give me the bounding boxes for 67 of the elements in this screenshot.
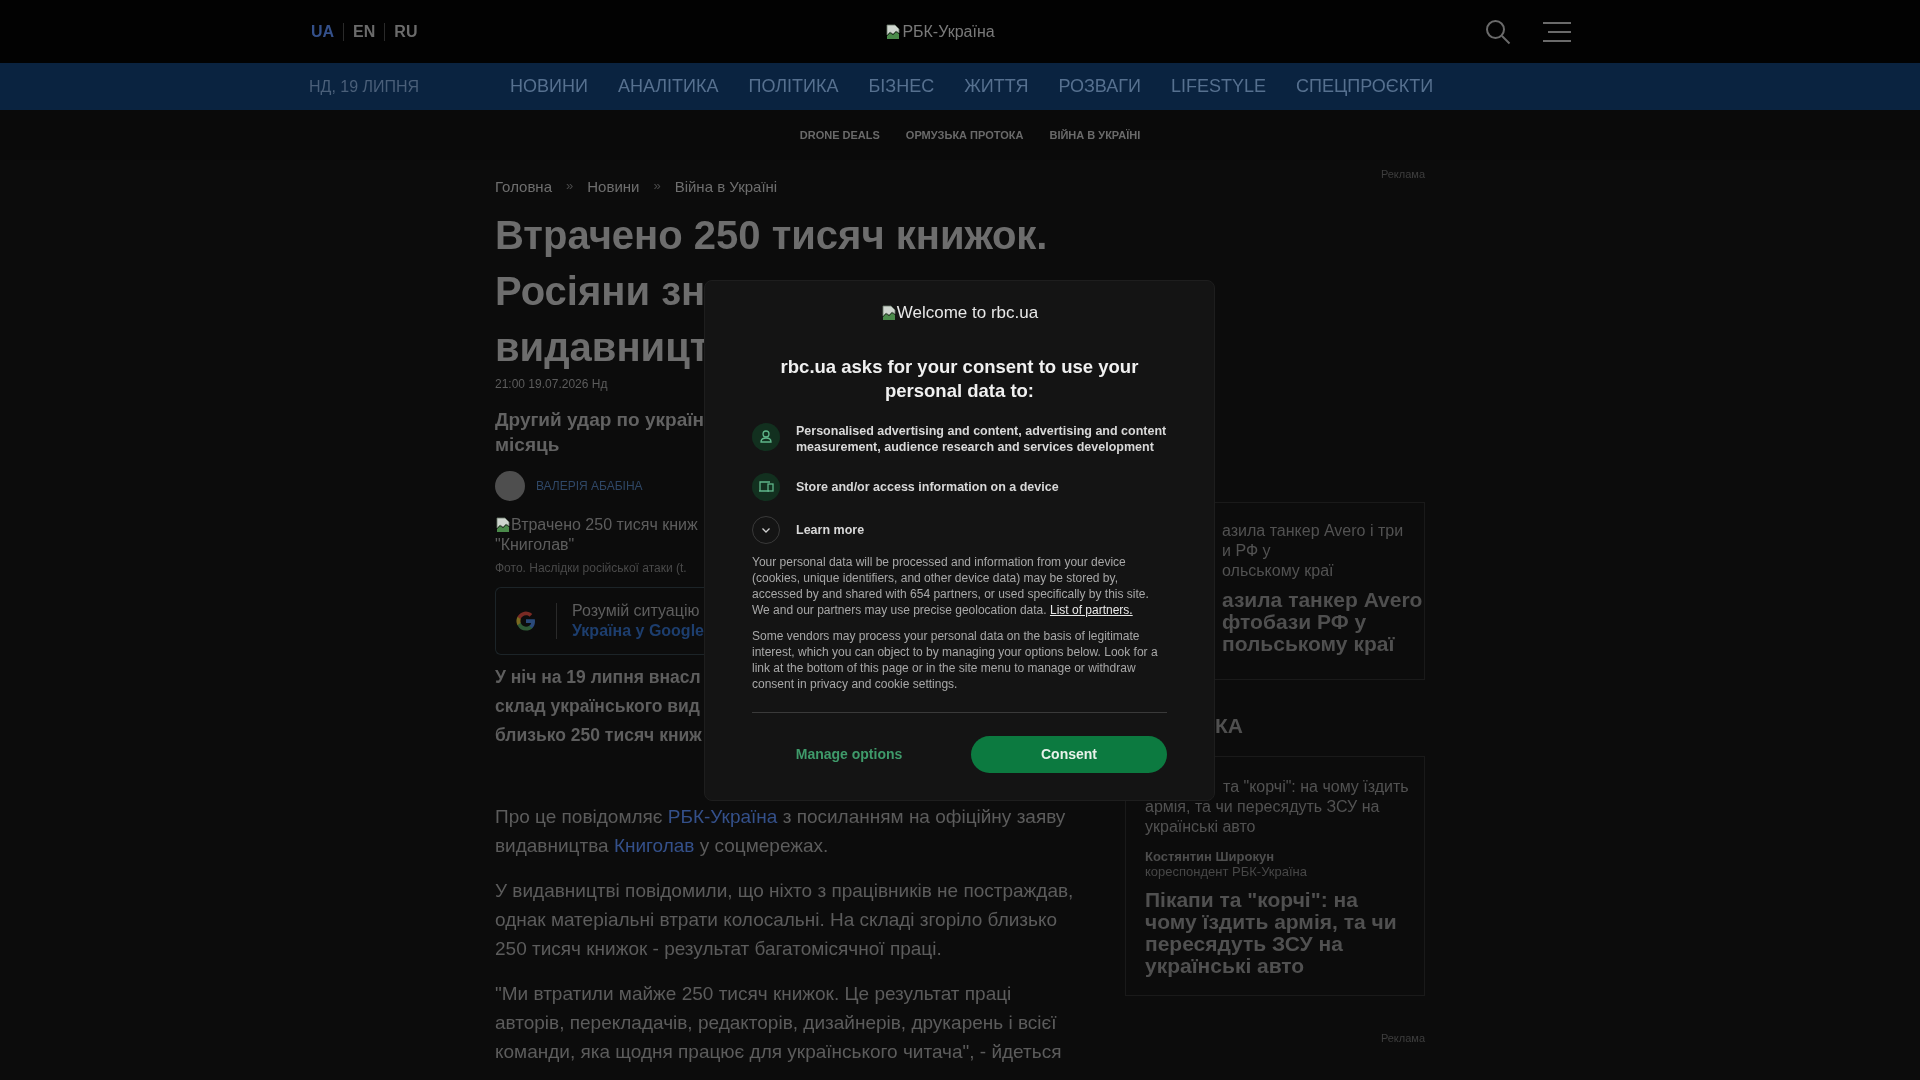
article-title-line: видавницт [495, 324, 710, 371]
article-teaser: армія, та чи пересядуть ЗСУ на [1145, 797, 1380, 817]
analytics-card[interactable]: та "корчі": на чому їздить армія, та чи пересядуть ЗСУ на українські авто Костянтин Широкун кореспондент РБК-Україна Пікапи та "корчі": на чому їздить армія, та чи пересядуть ЗСУ на українські авто [1125, 756, 1425, 996]
nav-link[interactable]: НОВИНИ [510, 76, 588, 97]
nav-link[interactable]: ЖИТТЯ [964, 76, 1029, 97]
devices-icon [752, 473, 780, 501]
breadcrumb-separator: » [566, 178, 574, 195]
dialog-heading: rbc.ua asks for your consent to use your personal data to: [779, 355, 1140, 403]
dialog-logo: Welcome to rbc.ua [752, 303, 1167, 323]
google-promo-card[interactable]: Розумій ситуацію Україна у Google [495, 587, 704, 655]
article-teaser: українські авто [1145, 817, 1256, 837]
news-teaser: и РФ у [1222, 541, 1271, 561]
breadcrumb-separator: » [653, 178, 661, 195]
nav-link[interactable]: РОЗВАГИ [1058, 76, 1141, 97]
nav-link[interactable]: LIFESTYLE [1171, 76, 1267, 97]
chevron-icon [752, 516, 780, 544]
article-paragraph: "Ми втратили майже 250 тисяч книжок. Це результат праці авторів, перекладачів, редакторів, дизайнерів, друкарень і всієї команди, яка щодня працює для українського читача", - йдеться [495, 982, 1063, 1064]
article-paragraph: Про це повідомляє РБК-Україна з посиланням на офіційну заяву видавництва Книголав у соцмережах. [495, 805, 1067, 858]
news-teaser: ольському краї [1222, 561, 1334, 581]
article-title-line: Втрачено 250 тисяч книжок. [495, 212, 1048, 259]
breadcrumb-link[interactable]: Головна [495, 178, 552, 195]
promo-text: Розумій ситуацію [572, 601, 700, 621]
image-alt-text: Втрачено 250 тисяч книж "Книголав" [495, 515, 698, 555]
broken-image-icon [880, 305, 897, 321]
menu-icon[interactable] [1543, 21, 1571, 42]
text-link[interactable]: РБК-Україна [667, 806, 778, 827]
nav-link[interactable]: АНАЛІТИКА [617, 76, 719, 97]
topic-link[interactable]: DRONE DEALS [799, 129, 880, 141]
article-subtitle: Другий удар по україн місяць [495, 408, 705, 457]
author-link[interactable]: ВАЛЕРІЯ АБАБІНА [536, 479, 643, 493]
language-link[interactable]: RU [384, 22, 427, 41]
author-role: кореспондент РБК-Україна [1145, 864, 1308, 879]
topic-link[interactable]: ВІЙНА В УКРАЇНІ [1049, 129, 1141, 141]
article-title-line: Росіяни зн [495, 268, 706, 315]
search-icon[interactable] [1485, 18, 1511, 45]
topic-link[interactable]: ОРМУЗЬКА ПРОТОКА [905, 129, 1024, 141]
nav-link[interactable]: СПЕЦПРОЄКТИ [1296, 76, 1434, 97]
author-name: Костянтин Широкун [1145, 849, 1276, 864]
analytics-title: Пікапи та "корчі": на чому їздить армія, та чи пересядуть ЗСУ на українські авто [1145, 889, 1398, 977]
broken-image-icon [495, 517, 511, 533]
nav-link[interactable]: ПОЛІТИКА [748, 76, 839, 97]
news-teaser: азила танкер Avero і три [1222, 521, 1404, 541]
article-paragraph: У видавництві повідомили, що ніхто з працівників не постраждав, однак матеріальні втрати колосальні. На складі згоріло близько 250 тисяч книжок - результат багатомісячної праці. [495, 879, 1075, 961]
nav-link[interactable]: БІЗНЕС [868, 76, 935, 97]
person-icon [752, 423, 780, 451]
author-avatar [495, 471, 525, 501]
language-link[interactable]: EN [343, 22, 385, 41]
publish-date: 21:00 19.07.2026 Нд [495, 377, 608, 391]
google-news-link[interactable]: Україна у Google [572, 621, 704, 641]
purpose-text: Personalised advertising and content, advertising and content measurement, audience research and services development [796, 423, 1167, 455]
news-title: азила танкер Avero фтобази РФ у польському краї [1222, 589, 1423, 655]
article-teaser: та "корчі": на чому їздить [1223, 777, 1409, 797]
text-link[interactable]: Книголав [613, 835, 695, 856]
section-heading: КА [1215, 714, 1244, 738]
breadcrumb-link[interactable]: Війна в Україні [674, 178, 778, 195]
lead-paragraph: У ніч на 19 липня внасл склад українського вид близько 250 тисяч книж [495, 666, 702, 747]
broken-image-icon [885, 23, 902, 40]
google-icon [514, 609, 538, 633]
purpose-text: Store and/or access information on a device [796, 479, 1059, 495]
breadcrumb-link[interactable]: Новини [587, 178, 640, 195]
photo-caption: Фото. Наслідки російської атаки (t. [495, 561, 687, 575]
manage-options-button[interactable]: Manage options [752, 735, 946, 773]
learn-more-toggle[interactable]: Learn more [752, 516, 865, 544]
current-date: НД, 19 ЛИПНЯ [309, 77, 421, 96]
consent-button[interactable]: Consent [971, 735, 1167, 773]
language-link[interactable]: UA [309, 22, 344, 41]
site-logo[interactable]: РБК-Україна [885, 22, 995, 41]
